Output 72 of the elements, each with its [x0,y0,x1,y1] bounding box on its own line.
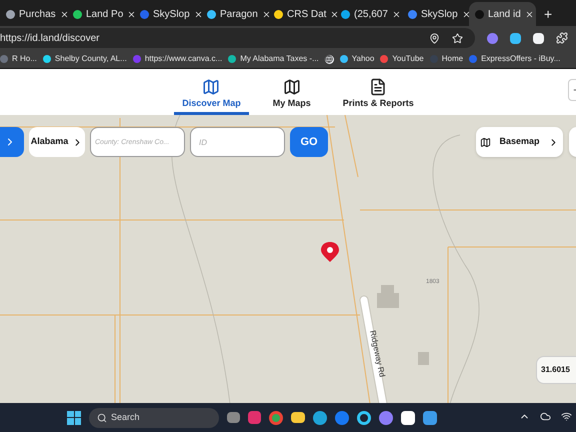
cloud-icon[interactable] [540,411,551,422]
map-icon [480,136,492,148]
flower-app-icon[interactable] [379,410,393,424]
new-tab-button[interactable]: + [536,2,560,26]
url-text: https://id.land/discover [0,32,100,46]
browser-tab[interactable]: Land Po [67,2,134,26]
close-icon[interactable] [330,10,340,18]
windows-start-icon[interactable] [67,410,81,424]
bookmark-link[interactable]: Home [442,53,464,65]
basemap-button[interactable]: Basemap [476,127,563,157]
tab-title: SkySlop [421,8,458,22]
video-editor-icon[interactable] [401,410,415,424]
document-icon [369,78,388,96]
bookmark-link[interactable]: ExpressOffers - iBuy... [481,53,560,65]
nav-tab[interactable]: My Maps [264,78,319,115]
bookmark-link[interactable]: Yahoo [352,53,374,65]
location-icon[interactable] [429,32,440,44]
tab-title: CRS Dat [287,8,326,22]
browser-tab[interactable]: CRS Dat [268,2,335,26]
close-icon[interactable] [392,10,401,18]
ring-app-icon[interactable] [357,410,371,424]
location-pin-icon [321,242,339,262]
browser-app-icon[interactable] [313,410,327,424]
tab-title: Purchas [19,8,56,22]
extension-icon[interactable] [487,32,498,44]
close-icon[interactable] [524,10,534,18]
close-icon[interactable] [262,10,271,18]
nav-tab[interactable]: Prints & Reports [334,78,422,115]
close-icon[interactable] [127,10,136,18]
close-icon[interactable] [60,10,69,18]
taskbar-search-field[interactable]: Search [89,408,219,428]
close-icon[interactable] [194,10,203,18]
browser-tab[interactable]: Land id [469,2,536,26]
photos-app-icon[interactable] [423,410,437,424]
social-app-icon[interactable] [335,410,349,424]
wifi-icon[interactable] [561,411,572,422]
qr-code-icon[interactable] [533,32,544,44]
bookmark-link[interactable]: My Alabama Taxes -... [240,53,319,65]
folder-icon[interactable] [291,412,305,423]
bookmark-link[interactable]: YouTube [392,53,424,65]
map-icon [282,78,301,96]
globe-icon[interactable] [324,54,334,64]
id-field[interactable]: ID [190,127,285,157]
tab-title: SkySlop [153,8,190,22]
building-shape [418,352,429,365]
extension-icon[interactable] [510,32,521,44]
bookmark-star-icon[interactable] [452,32,463,44]
building-shape [377,285,399,308]
browser-tab[interactable]: (25,607 [335,2,402,26]
go-button[interactable]: GO [290,127,328,157]
road-label: Ridgeway Rd [368,330,387,378]
browser-tab[interactable]: Purchas [0,2,67,26]
bookmark-link[interactable]: R Ho... [12,53,37,65]
tab-title: (25,607 [354,8,388,22]
tab-title: Land Po [86,8,124,22]
state-button[interactable]: Alabama [29,127,85,157]
coordinates-panel: 31.6015 [536,356,576,384]
map-search-icon [202,78,220,96]
browser-app-icon[interactable] [269,410,283,424]
search-icon [97,412,107,422]
browser-tab[interactable]: SkySlop [134,2,201,26]
tab-title: Land id [488,8,521,22]
bookmark-link[interactable]: Shelby County, AL... [54,53,127,65]
task-view-icon[interactable] [227,412,240,423]
close-icon[interactable] [462,10,471,18]
tab-title: Paragon [220,8,258,22]
camera-app-icon[interactable] [248,411,261,424]
address-bar[interactable]: https://id.land/discover [0,28,475,48]
browser-tab[interactable]: Paragon [201,2,268,26]
bookmark-link[interactable]: https://www.canva.c... [144,53,222,65]
browser-tab[interactable]: SkySlop [402,2,469,26]
extensions-icon[interactable] [556,32,568,44]
